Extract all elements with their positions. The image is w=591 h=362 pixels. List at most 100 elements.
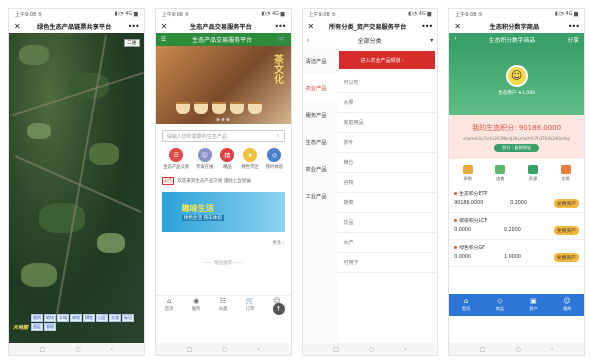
status-left: 上午9:08 ⑤ <box>161 11 190 18</box>
subcategory-item[interactable]: 蔬菜 <box>336 193 438 213</box>
enter-channel-button[interactable]: 进入农业产品频道 › <box>338 51 436 69</box>
more-icon[interactable]: ••• <box>274 22 286 31</box>
satellite-map[interactable]: 二维 天地图 图例 地块 水域 林地 耕地 山区 交通 标记 图层 管理 <box>9 33 144 343</box>
nav-recent-button[interactable]: □ <box>40 346 46 353</box>
search-input[interactable]: 请输入您所需要的生态产品 ⌕ <box>161 130 285 142</box>
action-sell[interactable]: 出售 <box>495 165 506 182</box>
close-icon[interactable]: ✕ <box>14 22 21 31</box>
more-icon[interactable]: ••• <box>421 22 433 31</box>
sidebar-item[interactable]: 清洁产品 <box>303 47 337 74</box>
carousel-dots[interactable] <box>216 118 230 121</box>
subcategory-item[interactable]: 水果 <box>336 93 438 113</box>
nav-back-button[interactable]: ‹ <box>111 346 113 353</box>
legend-item[interactable]: 交通 <box>109 314 121 322</box>
map-legend: 图例 地块 水域 林地 耕地 山区 交通 标记 图层 管理 <box>31 314 142 331</box>
nav-recent-button[interactable]: □ <box>480 346 486 353</box>
nav-back-button[interactable]: ‹ <box>257 346 259 353</box>
map-mode-toggle[interactable]: 二维 <box>123 39 140 47</box>
goods-icon: ◇ <box>497 297 503 305</box>
legend-item[interactable]: 水域 <box>57 314 69 322</box>
tab-goods[interactable]: ◇ 商品 <box>496 298 504 312</box>
tab-assets[interactable]: ▣ 资产 <box>529 298 537 312</box>
nav-home-button[interactable]: ○ <box>222 346 227 353</box>
banner-brand: 茶文化 <box>271 54 283 84</box>
more-icon[interactable]: ••• <box>568 22 580 31</box>
copy-address-button[interactable]: 积分 · 复制地址 <box>494 143 540 152</box>
exchange-button[interactable]: 兑换资产 <box>553 226 579 235</box>
tab-home[interactable]: ⌂ 首页 <box>165 298 174 313</box>
exchange-button[interactable]: 兑换资产 <box>553 199 579 208</box>
tea-cups-illustration <box>162 88 277 114</box>
avatar[interactable]: ☺ <box>505 64 528 87</box>
category-label: 特色专区 <box>241 165 259 170</box>
category-item[interactable]: ☰ 生态产品交易 <box>163 148 189 170</box>
category-item[interactable]: ◎ 预约体验 <box>266 148 283 170</box>
search-icon[interactable]: ⌕ <box>277 133 280 139</box>
nav-recent-button[interactable]: □ <box>333 346 339 353</box>
tab-service[interactable]: ◉ 服务 <box>192 298 201 313</box>
subcategory-item[interactable]: 水产 <box>336 233 438 253</box>
nav-home-button[interactable]: ○ <box>369 346 374 353</box>
exchange-button[interactable]: 兑换资产 <box>553 253 579 262</box>
title-bar: ✕ 生态产品交易服务平台 ••• <box>156 19 291 33</box>
sidebar-item[interactable]: 农业产品 <box>303 155 337 182</box>
cart-icon[interactable]: 🛒 <box>278 36 285 43</box>
nav-home-button[interactable]: ○ <box>75 346 80 353</box>
more-icon[interactable]: ••• <box>128 22 140 31</box>
share-button[interactable]: 分享 <box>567 35 579 44</box>
sidebar-item[interactable]: 生态产品 <box>303 128 337 155</box>
sidebar-item[interactable]: 工业产品 <box>303 182 337 209</box>
dropdown-icon[interactable]: ▾ <box>430 37 433 44</box>
ad-subtitle: 绿色生活 快乐体验 <box>181 215 224 221</box>
back-icon[interactable]: ‹ <box>307 37 309 44</box>
category-item[interactable]: ☺ 专家在线 <box>196 148 213 170</box>
category-item[interactable]: ★ 特色专区 <box>241 148 259 170</box>
menu-icon[interactable]: ☰ <box>161 36 166 43</box>
nav-back-button[interactable]: ‹ <box>404 346 406 353</box>
scroll-top-button[interactable]: ↑ <box>272 303 285 315</box>
nav-recent-button[interactable]: □ <box>186 346 192 353</box>
tab-home[interactable]: ⌂ 首页 <box>462 298 470 312</box>
ad-banner[interactable]: 趣味生活 绿色生活 快乐体验 <box>161 192 285 232</box>
list-icon: ☷ <box>219 297 227 305</box>
legend-item[interactable]: 耕地 <box>83 314 95 322</box>
subcategory-item[interactable]: 可以吃 <box>336 73 438 93</box>
status-right: ◧◔ 4G ▆ <box>554 11 578 17</box>
subcategory-item[interactable]: 茶叶 <box>336 133 438 153</box>
close-icon[interactable]: ✕ <box>308 22 315 31</box>
phone-eco-points: 上午9:08 ⑤ ◧◔ 4G ▆ ✕ 生态积分数字商品 ••• ‹ 生态积分数字… <box>448 8 585 356</box>
close-icon[interactable]: ✕ <box>454 22 461 31</box>
action-buy[interactable]: 采购 <box>462 165 473 182</box>
subcategory-item[interactable]: 粮仓 <box>336 153 438 173</box>
bullet-icon <box>454 192 458 195</box>
legend-item[interactable]: 图例 <box>31 314 43 322</box>
subcategory-item[interactable]: 饮品 <box>336 213 438 233</box>
legend-item[interactable]: 标记 <box>122 314 134 322</box>
category-icon: ☰ <box>169 148 184 162</box>
category-item[interactable]: 精 精品 <box>220 148 235 170</box>
nav-home-button[interactable]: ○ <box>516 346 521 353</box>
subcategory-item[interactable]: 家庭用品 <box>336 113 438 133</box>
title-bar: ✕ 所有分类_资产交易服务平台 ••• <box>303 19 438 33</box>
legend-item[interactable]: 图层 <box>31 323 43 331</box>
tab-profile[interactable]: ☺我的 <box>563 298 571 312</box>
notice-bar[interactable]: 公告 欢迎来到生态产品交易 谨防上当受骗 <box>161 177 285 185</box>
legend-item[interactable]: 地块 <box>44 314 56 322</box>
more-link[interactable]: 更多 › <box>156 234 291 252</box>
close-icon[interactable]: ✕ <box>161 22 168 31</box>
legend-item[interactable]: 山区 <box>96 314 108 322</box>
tab-category[interactable]: ☷ 分类 <box>219 297 228 313</box>
sidebar-item[interactable]: 服务产品 <box>303 101 337 128</box>
action-trade[interactable]: 交易 <box>560 165 571 182</box>
tab-orders[interactable]: 🛒 订单 <box>246 298 255 313</box>
back-icon[interactable]: ‹ <box>454 36 456 42</box>
promo-banner[interactable]: 茶文化 <box>155 46 291 124</box>
subcategory-item[interactable]: 谷物 <box>336 173 438 193</box>
category-grid: ☰ 生态产品交易 ☺ 专家在线 精 精品 ★ 特色专区 ◎ 预约体验 <box>156 146 291 172</box>
nav-back-button[interactable]: ‹ <box>551 346 553 353</box>
subcategory-item[interactable]: 可用于 <box>336 253 438 273</box>
legend-item[interactable]: 管理 <box>44 323 56 331</box>
action-resource[interactable]: 资源 <box>527 165 538 182</box>
legend-item[interactable]: 林地 <box>70 314 82 322</box>
sidebar-item-active[interactable]: 农业产品 <box>302 74 337 101</box>
